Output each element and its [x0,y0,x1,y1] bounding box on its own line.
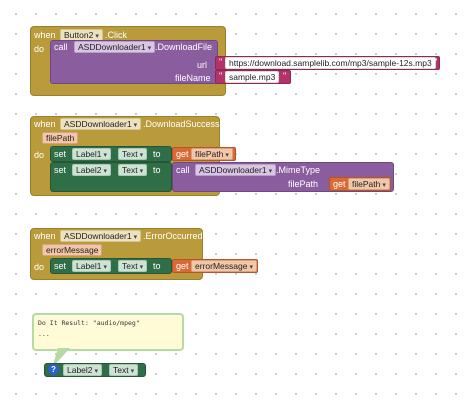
do-keyword: do [34,150,45,160]
url-text-field[interactable]: https://download.samplelib.com/mp3/sampl… [225,57,436,69]
filepath-arg-label: filePath [288,179,319,189]
do-keyword: do [34,262,45,272]
component-dropdown-asddownloader1[interactable]: ASDDownloader1 ▾ [60,230,142,242]
quote-close: " [434,57,438,67]
property-dropdown-text[interactable]: Text ▾ [109,364,139,376]
set-keyword: set [54,261,67,271]
param-filepath[interactable]: filePath [42,132,79,144]
set-keyword: set [54,149,67,159]
get-keyword: get [176,149,189,159]
help-icon[interactable]: ? [48,364,59,375]
comment-ellipsis-line: ... [38,330,50,338]
to-keyword: to [153,165,161,175]
do-keyword: do [34,44,45,54]
variable-dropdown-errormessage[interactable]: errorMessage ▾ [191,260,257,272]
call-keyword: call [54,42,68,52]
get-keyword: get [333,179,346,189]
url-label: url [197,60,208,70]
component-dropdown-label1[interactable]: Label1 ▾ [72,260,112,272]
method-name: .MimeType [276,165,321,175]
when-keyword: when [34,231,56,241]
variable-dropdown-filepath[interactable]: filePath ▾ [348,178,390,190]
component-dropdown-label2[interactable]: Label2 ▾ [72,164,112,176]
filename-label: fileName [175,73,211,83]
get-keyword: get [176,261,189,271]
component-dropdown-asddownloader1[interactable]: ASDDownloader1 ▾ [195,164,277,176]
variable-dropdown-filepath[interactable]: filePath ▾ [191,148,233,160]
call-keyword: call [176,165,190,175]
to-keyword: to [153,149,161,159]
quote-open: " [219,71,223,81]
property-dropdown-text[interactable]: Text ▾ [118,164,148,176]
event-name: .DownloadSuccess [143,119,220,129]
set-keyword: set [54,165,67,175]
to-keyword: to [153,261,161,271]
comment-result-line: Do It Result: "audio/mpeg" [38,319,140,327]
method-name: .DownloadFile [155,42,213,52]
component-dropdown-asddownloader1[interactable]: ASDDownloader1 ▾ [60,118,142,130]
param-errormessage[interactable]: errorMessage [42,244,103,256]
filename-text-field[interactable]: sample.mp3 [225,71,280,83]
do-it-result-comment[interactable]: Do It Result: "audio/mpeg" ... [32,313,184,351]
component-dropdown-label2[interactable]: Label2 ▾ [63,364,103,376]
when-keyword: when [34,119,56,129]
quote-close: " [283,71,287,81]
event-name: .ErrorOccurred [143,231,203,241]
property-dropdown-text[interactable]: Text ▾ [118,260,148,272]
quote-open: " [219,57,223,67]
component-dropdown-asddownloader1[interactable]: ASDDownloader1 ▾ [74,41,156,53]
property-dropdown-text[interactable]: Text ▾ [118,148,148,160]
component-dropdown-label1[interactable]: Label1 ▾ [72,148,112,160]
